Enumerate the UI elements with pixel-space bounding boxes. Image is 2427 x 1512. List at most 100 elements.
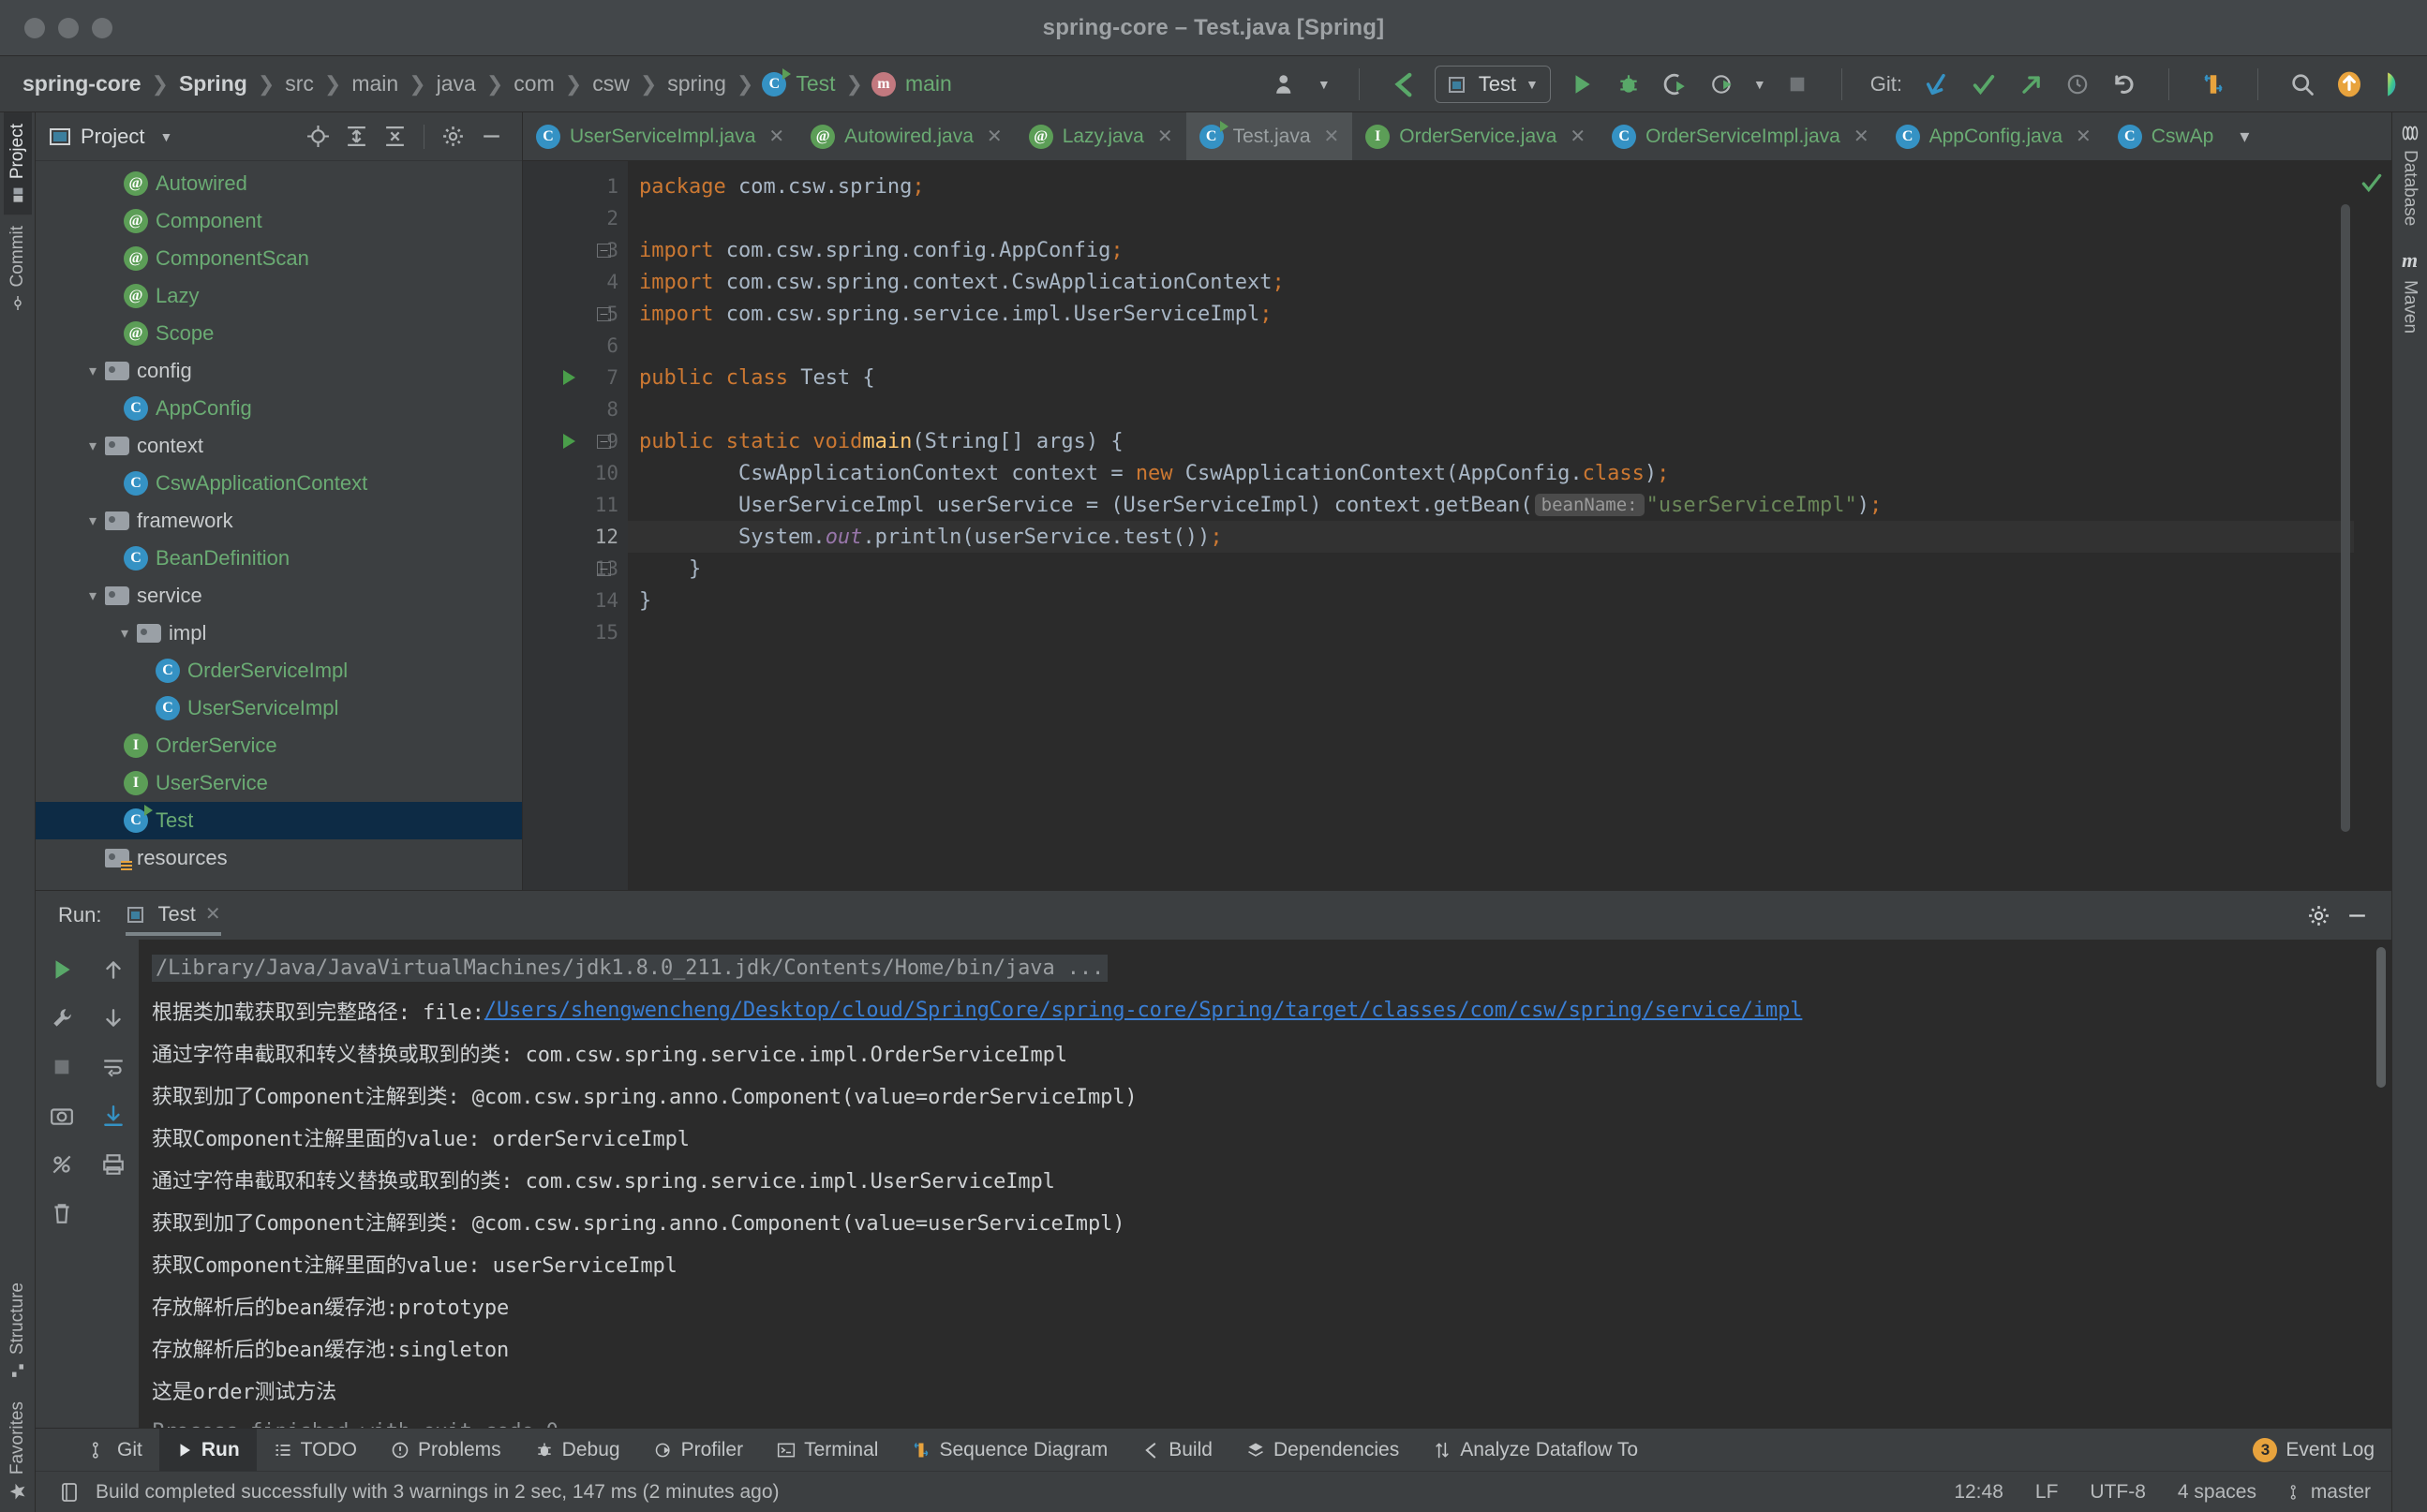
run-configuration-selector[interactable]: Test ▼	[1434, 65, 1551, 103]
editor-tab-test[interactable]: C Test.java ✕	[1185, 112, 1353, 160]
bottom-tab-dependencies[interactable]: Dependencies	[1229, 1429, 1416, 1471]
locate-icon[interactable]	[306, 125, 330, 148]
fold-icon[interactable]: –	[597, 434, 611, 449]
expand-all-icon[interactable]	[345, 125, 368, 148]
run-icon[interactable]	[1566, 68, 1598, 100]
close-button[interactable]	[24, 17, 45, 38]
editor-tab-autowired[interactable]: @ Autowired.java ✕	[797, 112, 1016, 160]
chevron-down-icon[interactable]: ▼	[159, 129, 172, 144]
sidebar-item-database[interactable]: Database	[2396, 112, 2424, 237]
chevron-down-icon[interactable]: ▾	[82, 437, 103, 455]
tree-item-orderservice[interactable]: I OrderService	[36, 727, 522, 764]
sidebar-item-maven[interactable]: m Maven	[2396, 237, 2424, 345]
sidebar-item-favorites[interactable]: Favorites	[4, 1390, 32, 1512]
stop-icon[interactable]	[1781, 68, 1813, 100]
project-tree[interactable]: @ Autowired @ Component @ ComponentScan @ La…	[36, 161, 522, 890]
kill-icon[interactable]	[36, 1140, 87, 1189]
checkmark-icon[interactable]	[2360, 170, 2384, 195]
editor-tab-bar[interactable]: C UserServiceImpl.java ✕ @ Autowired.java ✕ …	[523, 112, 2391, 161]
collapse-all-icon[interactable]	[383, 125, 407, 148]
close-icon[interactable]: ✕	[1324, 125, 1340, 148]
gear-icon[interactable]	[2307, 904, 2330, 927]
close-icon[interactable]: ✕	[1157, 125, 1173, 148]
console-scrollbar[interactable]	[2376, 947, 2386, 1088]
camera-icon[interactable]	[36, 1091, 87, 1140]
run-with-coverage-icon[interactable]	[1660, 68, 1691, 100]
bottom-tab-terminal[interactable]: Terminal	[760, 1429, 895, 1471]
tree-item-scope[interactable]: @ Scope	[36, 315, 522, 352]
rerun-icon[interactable]	[36, 945, 87, 994]
breadcrumb-item-src[interactable]: src	[283, 71, 316, 96]
breadcrumb-item-java[interactable]: java	[435, 71, 478, 96]
event-log-button[interactable]: 3 Event Log	[2236, 1429, 2391, 1471]
editor-tab-appconfig[interactable]: C AppConfig.java ✕	[1883, 112, 2105, 160]
bottom-tab-debug[interactable]: Debug	[518, 1429, 637, 1471]
scroll-down-icon[interactable]	[87, 994, 139, 1043]
upload-icon[interactable]	[2333, 68, 2365, 100]
editor-scrollbar[interactable]	[2341, 204, 2350, 832]
close-icon[interactable]: ✕	[1854, 125, 1869, 148]
tree-item-userserviceimpl[interactable]: C UserServiceImpl	[36, 689, 522, 727]
run-gutter-icon[interactable]	[563, 370, 575, 385]
tree-item-appconfig[interactable]: C AppConfig	[36, 390, 522, 427]
editor-tab-lazy[interactable]: @ Lazy.java ✕	[1016, 112, 1186, 160]
breadcrumb-item-method[interactable]: m main	[871, 71, 954, 96]
bottom-tab-build[interactable]: Build	[1124, 1429, 1229, 1471]
bottom-tab-todo[interactable]: TODO	[257, 1429, 374, 1471]
code-text[interactable]: package com.csw.spring; import com.csw.s…	[628, 161, 2354, 890]
bottom-tab-analyze-dataflow[interactable]: Analyze Dataflow To	[1416, 1429, 1655, 1471]
rollback-icon[interactable]	[2108, 68, 2140, 100]
history-icon[interactable]	[2062, 68, 2093, 100]
tree-item-config[interactable]: ▾ config	[36, 352, 522, 390]
window-controls[interactable]	[0, 17, 112, 38]
chevron-down-icon[interactable]: ▼	[1526, 77, 1539, 92]
close-icon[interactable]: ✕	[205, 902, 221, 926]
chevron-down-icon[interactable]: ▼	[1318, 77, 1331, 92]
chevron-down-icon[interactable]: ▾	[114, 624, 135, 643]
editor-gutter[interactable]: 1 2 –3 4 –5 6 7 8 –9 10 11 12 –13 14 15	[523, 161, 628, 890]
tree-item-autowired[interactable]: @ Autowired	[36, 165, 522, 202]
breadcrumb-item-spring[interactable]: spring	[665, 71, 728, 96]
tree-item-orderserviceimpl[interactable]: C OrderServiceImpl	[36, 652, 522, 689]
breadcrumb-item-csw[interactable]: csw	[590, 71, 632, 96]
fold-icon[interactable]: –	[597, 243, 611, 258]
tree-item-test[interactable]: C Test	[36, 802, 522, 839]
fold-icon[interactable]: –	[597, 561, 611, 576]
sidebar-item-commit[interactable]: Commit	[4, 215, 32, 322]
bottom-tab-profiler[interactable]: Profiler	[637, 1429, 761, 1471]
print-icon[interactable]	[87, 1140, 139, 1189]
chevron-down-icon[interactable]: ▾	[2226, 112, 2262, 160]
status-branch[interactable]: master	[2288, 1481, 2371, 1504]
run-tab-test[interactable]: Test ✕	[126, 891, 221, 940]
tree-item-beandefinition[interactable]: C BeanDefinition	[36, 540, 522, 577]
back-arrow-icon[interactable]	[1388, 68, 1420, 100]
status-indent[interactable]: 4 spaces	[2178, 1481, 2256, 1504]
gear-icon[interactable]	[441, 125, 465, 148]
bottom-tab-run[interactable]: Run	[158, 1429, 257, 1471]
breadcrumb-item-project[interactable]: spring-core	[21, 71, 143, 96]
person-icon[interactable]	[1271, 68, 1303, 100]
editor-tab-orderserviceimpl[interactable]: C OrderServiceImpl.java ✕	[1599, 112, 1883, 160]
close-icon[interactable]: ✕	[2076, 125, 2092, 148]
editor-tab-userserviceimpl[interactable]: C UserServiceImpl.java ✕	[523, 112, 797, 160]
hide-icon[interactable]	[2345, 904, 2369, 927]
trash-icon[interactable]	[36, 1189, 87, 1238]
tree-item-userservice[interactable]: I UserService	[36, 764, 522, 802]
breadcrumb[interactable]: spring-core ❯ Spring ❯ src ❯ main ❯ java…	[21, 67, 954, 96]
bottom-tab-problems[interactable]: Problems	[374, 1429, 518, 1471]
scroll-up-icon[interactable]	[87, 945, 139, 994]
tree-item-context[interactable]: ▾ context	[36, 427, 522, 465]
code-editor[interactable]: 1 2 –3 4 –5 6 7 8 –9 10 11 12 –13 14 15 …	[523, 161, 2391, 890]
hide-icon[interactable]	[480, 125, 503, 148]
tree-item-lazy[interactable]: @ Lazy	[36, 277, 522, 315]
minimize-button[interactable]	[58, 17, 79, 38]
editor-inspection-gutter[interactable]	[2354, 161, 2391, 890]
editor-tab-cswapplicationcontext[interactable]: C CswAp	[2105, 112, 2227, 160]
commit-icon[interactable]	[1968, 68, 2000, 100]
debug-icon[interactable]	[1613, 68, 1645, 100]
update-project-icon[interactable]	[1921, 68, 1953, 100]
close-icon[interactable]: ✕	[1570, 125, 1586, 148]
breadcrumb-item-module[interactable]: Spring	[177, 71, 249, 96]
bottom-tab-sequence-diagram[interactable]: Sequence Diagram	[895, 1429, 1124, 1471]
chevron-down-icon[interactable]: ▾	[82, 362, 103, 380]
